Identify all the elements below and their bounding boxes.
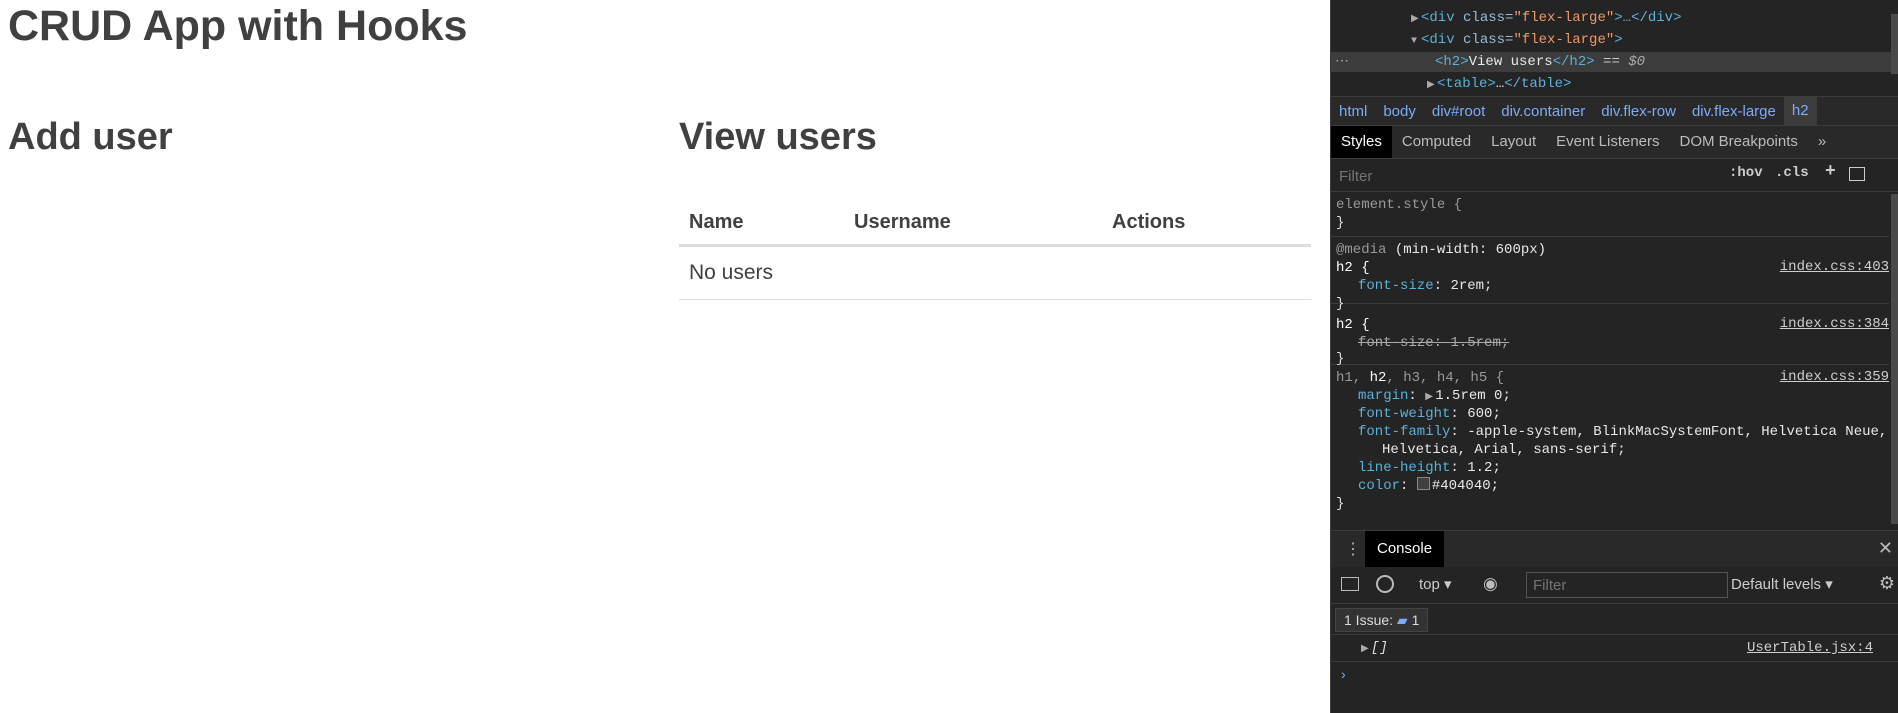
- eye-icon[interactable]: ◉: [1483, 574, 1498, 594]
- tab-event-listeners[interactable]: Event Listeners: [1546, 126, 1669, 158]
- tab-layout[interactable]: Layout: [1481, 126, 1546, 158]
- tab-console[interactable]: Console: [1365, 531, 1445, 567]
- source-link[interactable]: index.css:384: [1780, 316, 1889, 332]
- more-options-icon[interactable]: ⋯: [1335, 52, 1349, 72]
- column-header-username: Username: [844, 200, 1102, 247]
- log-source-link[interactable]: UserTable.jsx:4: [1747, 640, 1873, 656]
- issues-button[interactable]: 1 Issue: ▰ 1: [1335, 608, 1429, 632]
- dom-node-table[interactable]: ▶ <table>…</table>: [1427, 74, 1571, 94]
- console-filter-input[interactable]: [1526, 572, 1728, 598]
- expand-triangle-icon[interactable]: ▶: [1411, 10, 1421, 30]
- dom-node-div-flex-large[interactable]: ▶ <div class="flex-large">…</div>: [1411, 8, 1681, 28]
- console-log-row: ▶[] UserTable.jsx:4: [1331, 635, 1898, 662]
- styles-filter-input[interactable]: [1337, 163, 1727, 189]
- console-toolbar: top ▾ ◉ Default levels ▾ ⚙: [1331, 567, 1898, 604]
- collapse-triangle-icon[interactable]: ▼: [1411, 32, 1421, 52]
- rule-headings: h1, h2, h3, h4, h5 { index.css:359 margi…: [1336, 369, 1889, 512]
- expand-triangle-icon[interactable]: ▶: [1361, 643, 1371, 655]
- styles-filter-bar: :hov .cls +: [1331, 159, 1898, 192]
- breadcrumb-div-root[interactable]: div#root: [1424, 103, 1493, 120]
- breadcrumb-div-container[interactable]: div.container: [1493, 103, 1593, 120]
- users-table: Name Username Actions No users: [679, 200, 1311, 300]
- devtools-panel: ▶ <div class="flex-large">…</div> ▼ <div c…: [1330, 0, 1898, 713]
- more-tabs-icon[interactable]: »: [1808, 126, 1836, 158]
- sidebar-toggle-icon[interactable]: [1341, 577, 1359, 591]
- rule-element-style: element.style { }: [1331, 192, 1889, 237]
- app-page: CRUD App with Hooks Add user View users …: [0, 0, 1330, 713]
- styles-tab-bar: Styles Computed Layout Event Listeners D…: [1331, 126, 1898, 159]
- empty-table-message: No users: [679, 245, 1311, 300]
- source-link[interactable]: index.css:403: [1780, 259, 1889, 275]
- add-user-heading: Add user: [8, 116, 173, 158]
- tab-styles[interactable]: Styles: [1331, 126, 1392, 158]
- close-icon[interactable]: ✕: [1878, 538, 1893, 559]
- color-swatch[interactable]: [1416, 477, 1430, 490]
- table-header-row: Name Username Actions: [679, 200, 1311, 247]
- toggle-sidebar-icon[interactable]: [1849, 167, 1865, 181]
- clear-console-icon[interactable]: [1376, 575, 1394, 593]
- expand-triangle-icon[interactable]: ▶: [1427, 76, 1437, 96]
- view-users-heading: View users: [679, 116, 877, 158]
- source-link[interactable]: index.css:359: [1780, 369, 1889, 385]
- elements-dom-tree: ▶ <div class="flex-large">…</div> ▼ <div c…: [1331, 0, 1898, 96]
- breadcrumb-html[interactable]: html: [1331, 103, 1375, 120]
- issue-message-icon: ▰: [1396, 612, 1408, 628]
- dom-node-h2-selected[interactable]: ⋯ <h2>View users</h2> == $0: [1331, 52, 1891, 72]
- dom-scrollbar[interactable]: [1891, 14, 1898, 74]
- page-title: CRUD App with Hooks: [8, 2, 468, 50]
- context-selector[interactable]: top ▾: [1419, 575, 1452, 593]
- breadcrumb-div-flex-row[interactable]: div.flex-row: [1593, 103, 1684, 120]
- breadcrumb-h2[interactable]: h2: [1783, 97, 1817, 125]
- log-levels-dropdown[interactable]: Default levels ▾: [1731, 575, 1833, 593]
- new-rule-plus-icon[interactable]: +: [1825, 162, 1836, 182]
- breadcrumb-body[interactable]: body: [1375, 103, 1424, 120]
- column-header-name: Name: [679, 200, 844, 247]
- rule-h2: h2 { index.css:384 font-size: 1.5rem; }: [1331, 312, 1889, 367]
- column-header-actions: Actions: [1102, 200, 1311, 247]
- class-toggle[interactable]: .cls: [1775, 165, 1809, 181]
- dom-node-div-flex-large-expanded[interactable]: ▼ <div class="flex-large">: [1411, 30, 1623, 50]
- breadcrumb: html body div#root div.container div.fle…: [1331, 96, 1898, 126]
- styles-scrollbar[interactable]: [1891, 194, 1898, 524]
- log-entry[interactable]: ▶[]: [1361, 640, 1388, 656]
- drawer-tab-bar: ⋮ Console ✕: [1331, 530, 1898, 568]
- tab-dom-breakpoints[interactable]: DOM Breakpoints: [1670, 126, 1808, 158]
- issues-bar: 1 Issue: ▰ 1: [1331, 604, 1898, 635]
- console-prompt[interactable]: ›: [1341, 666, 1346, 682]
- table-row: No users: [679, 245, 1311, 300]
- drawer-menu-icon[interactable]: ⋮: [1345, 539, 1361, 559]
- rule-h2-media: @media (min-width: 600px) h2 { index.css…: [1331, 237, 1889, 312]
- breadcrumb-div-flex-large[interactable]: div.flex-large: [1684, 103, 1784, 120]
- styles-pane: element.style { } @media (min-width: 600…: [1331, 192, 1889, 528]
- tab-computed[interactable]: Computed: [1392, 126, 1481, 158]
- hover-state-toggle[interactable]: :hov: [1729, 165, 1763, 181]
- gear-icon[interactable]: ⚙: [1879, 573, 1895, 594]
